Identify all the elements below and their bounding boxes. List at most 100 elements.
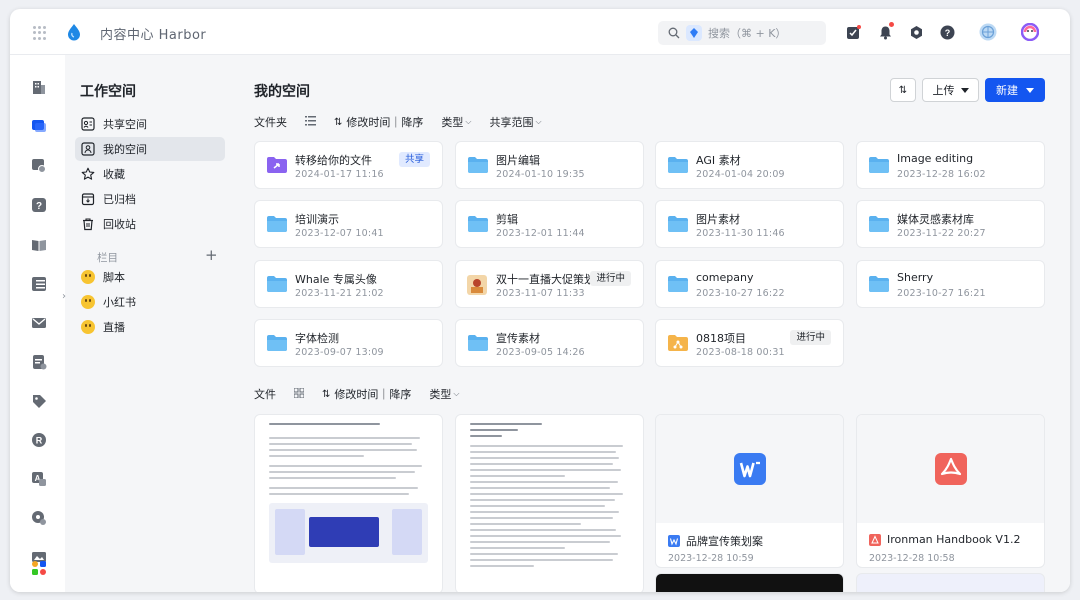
file-card-next[interactable]	[856, 573, 1045, 592]
folder-date: 2024-01-17 11:16	[295, 169, 384, 180]
apps-icon[interactable]	[31, 560, 47, 576]
folder-icon	[667, 215, 689, 237]
folder-card[interactable]: 培训演示 2023-12-07 10:41	[254, 200, 443, 248]
pdf-icon	[934, 453, 967, 485]
sidebar-item-trash[interactable]: 回收站	[75, 212, 225, 236]
column-item-live[interactable]: 直播	[75, 315, 225, 339]
list-view-icon[interactable]	[305, 115, 316, 129]
file-date: 2023-12-28 10:58	[869, 553, 955, 564]
folder-card[interactable]: comepany 2023-10-27 16:22	[655, 260, 844, 308]
user-avatar[interactable]	[979, 23, 997, 41]
bell-icon[interactable]	[876, 22, 894, 41]
chevron-down-icon	[960, 87, 969, 93]
folder-name: comepany	[696, 271, 754, 284]
table-icon[interactable]	[31, 276, 47, 292]
sidebar-item-shared-space[interactable]: 共享空间	[75, 112, 225, 136]
folder-icon	[467, 334, 489, 356]
folder-card[interactable]: Sherry 2023-10-27 16:21	[856, 260, 1045, 308]
svg-text:?: ?	[944, 28, 950, 38]
folder-card[interactable]: 图片编辑 2024-01-10 19:35	[455, 141, 644, 189]
status-badge: 进行中	[590, 271, 631, 286]
folder-scope-filter[interactable]: 共享范围	[489, 114, 533, 130]
document-thumbnail	[456, 415, 643, 592]
file-sort-dropdown[interactable]: 修改时间｜降序	[334, 386, 411, 402]
chat-icon[interactable]	[31, 118, 47, 134]
folder-date: 2023-11-07 11:33	[496, 288, 585, 299]
image-thumbnail	[467, 275, 487, 299]
file-card-doc-preview-2[interactable]	[455, 414, 644, 592]
folder-name: 剪辑	[496, 213, 518, 226]
folder-date: 2023-12-01 11:44	[496, 228, 585, 239]
file-card-video[interactable]	[655, 573, 844, 592]
help-square-icon[interactable]: ?	[31, 197, 47, 213]
status-badge: 进行中	[790, 330, 831, 345]
ai-assistant-icon[interactable]	[1021, 23, 1039, 41]
folder-name: 培训演示	[295, 213, 339, 226]
folder-card[interactable]: 宣传素材 2023-09-05 14:26	[455, 319, 644, 367]
folder-date: 2023-10-27 16:21	[897, 288, 986, 299]
building-icon[interactable]	[31, 79, 47, 95]
help-icon[interactable]: ?	[938, 23, 956, 41]
hexagon-settings-icon[interactable]	[907, 23, 925, 41]
file-card-pdf[interactable]: Ironman Handbook V1.2 2023-12-28 10:58	[856, 414, 1045, 568]
chevron-down-icon: ⌵	[465, 117, 472, 126]
folder-card[interactable]: 图片素材 2023-11-30 11:46	[655, 200, 844, 248]
file-thumbnail	[656, 415, 843, 523]
upload-button[interactable]: 上传	[922, 78, 979, 102]
folder-name: 转移给你的文件	[295, 154, 372, 167]
folder-type-filter[interactable]: 类型	[441, 114, 463, 130]
folder-card[interactable]: 字体检测 2023-09-07 13:09	[254, 319, 443, 367]
transfer-folder-icon	[266, 156, 288, 178]
report-icon[interactable]	[31, 354, 47, 370]
search-input[interactable]: 搜索（⌘ + K）	[658, 21, 826, 45]
task-icon[interactable]	[844, 23, 862, 41]
folder-card[interactable]: 媒体灵感素材库 2023-11-22 20:27	[856, 200, 1045, 248]
app-title: 内容中心 Harbor	[100, 28, 207, 43]
sidebar-item-favorites[interactable]: 收藏	[75, 162, 225, 186]
upload-label: 上传	[932, 84, 955, 97]
sidebar-item-my-space[interactable]: 我的空间	[75, 137, 225, 161]
chevron-down-icon	[1026, 87, 1034, 93]
add-column-button[interactable]: +	[205, 246, 218, 264]
folder-section-label: 文件夹	[254, 116, 287, 129]
svg-text:R: R	[36, 436, 43, 446]
grid-view-icon[interactable]	[293, 387, 305, 401]
collapse-sidebar-chevron-icon[interactable]: ›	[62, 291, 66, 302]
file-type-filter[interactable]: 类型	[429, 386, 451, 402]
translate-icon[interactable]: A	[31, 471, 47, 487]
file-card-doc-preview-1[interactable]	[254, 414, 443, 592]
status-badge: 共享	[398, 152, 430, 167]
app-grid-icon[interactable]	[33, 26, 47, 40]
file-section-label: 文件	[254, 388, 276, 401]
tag-icon[interactable]	[31, 393, 47, 409]
folder-name: 字体检测	[295, 332, 339, 345]
smile-emoji-icon	[81, 270, 95, 284]
sort-toggle-button[interactable]: ⇅	[890, 78, 916, 102]
message-search-icon[interactable]	[31, 158, 47, 174]
mail-icon[interactable]	[31, 315, 47, 331]
book-icon[interactable]	[31, 237, 47, 253]
folder-card[interactable]: 转移给你的文件 2024-01-17 11:16 共享	[254, 141, 443, 189]
folder-card[interactable]: 双十一直播大促策划 2023-11-07 11:33 进行中	[455, 260, 644, 308]
r-badge-icon[interactable]: R	[31, 432, 47, 448]
column-item-script[interactable]: 脚本	[75, 265, 225, 289]
file-card-word[interactable]: 品牌宣传策划案 2023-12-28 10:59	[655, 414, 844, 568]
settings-gear-icon[interactable]	[31, 510, 47, 526]
nav-rail: ? R A	[10, 55, 65, 592]
new-button[interactable]: 新建	[985, 78, 1045, 102]
folder-card[interactable]: 0818项目 2023-08-18 00:31 进行中	[655, 319, 844, 367]
app-window: 内容中心 Harbor 搜索（⌘ + K） ? ? R A 工作空间 共享空间 …	[10, 9, 1070, 592]
folder-card[interactable]: Image editing 2023-12-28 16:02	[856, 141, 1045, 189]
sidebar-item-label: 共享空间	[103, 118, 147, 131]
file-name: Ironman Handbook V1.2	[887, 533, 1021, 546]
sidebar-item-archived[interactable]: 已归档	[75, 187, 225, 211]
folder-date: 2023-12-28 16:02	[897, 169, 986, 180]
folder-sort-dropdown[interactable]: 修改时间｜降序	[346, 114, 423, 130]
folder-card[interactable]: 剪辑 2023-12-01 11:44	[455, 200, 644, 248]
folder-date: 2023-10-27 16:22	[696, 288, 785, 299]
folder-card[interactable]: Whale 专属头像 2023-11-21 21:02	[254, 260, 443, 308]
archive-icon	[81, 192, 95, 206]
column-item-xiaohongshu[interactable]: 小红书	[75, 290, 225, 314]
folder-card[interactable]: AGI 素材 2024-01-04 20:09	[655, 141, 844, 189]
new-label: 新建	[996, 84, 1018, 97]
